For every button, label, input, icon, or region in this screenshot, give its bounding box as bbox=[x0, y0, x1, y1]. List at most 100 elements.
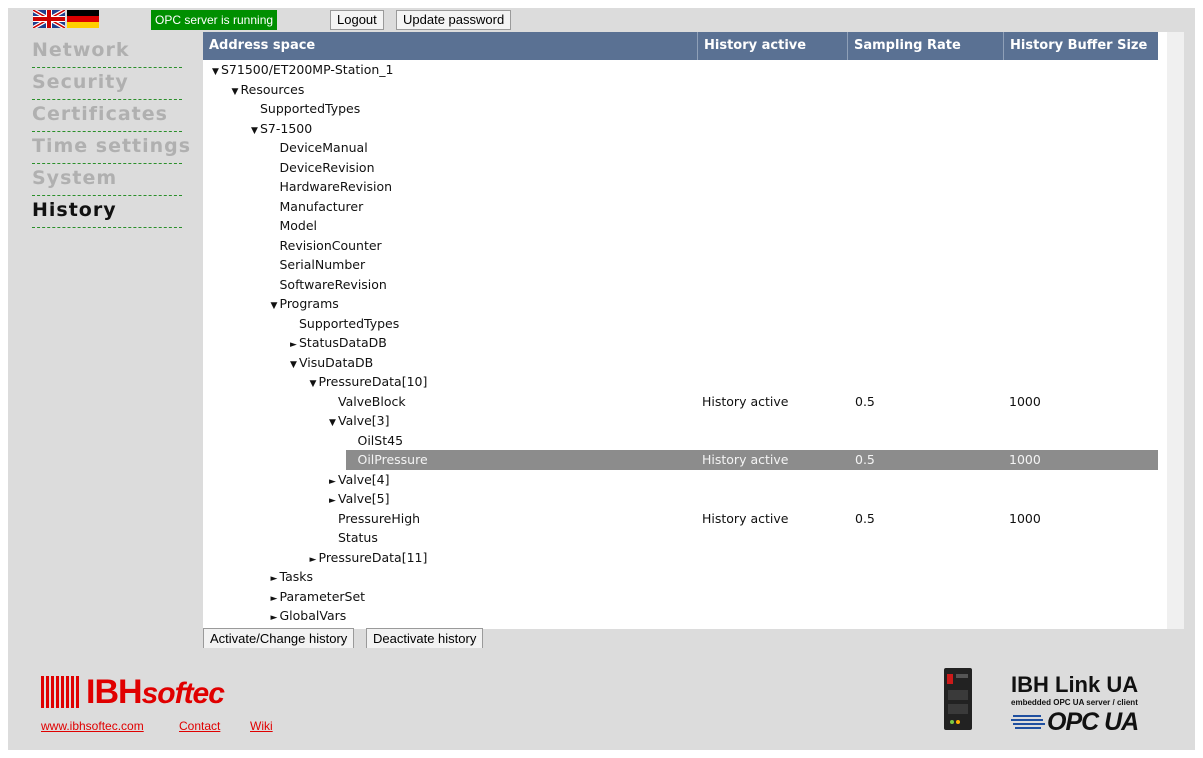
tree-row[interactable]: ▼ S71500/ET200MP-Station_1 bbox=[203, 60, 1158, 80]
tree-row[interactable]: ► Valve[5] bbox=[203, 489, 1158, 509]
tree-row[interactable]: ▼ PressureData[10] bbox=[203, 372, 1158, 392]
tree-row[interactable]: Status bbox=[203, 528, 1158, 548]
tree-row[interactable]: OilSt45 bbox=[203, 431, 1158, 451]
expand-triangle-icon[interactable]: ► bbox=[271, 609, 280, 629]
nav-item-system[interactable]: System bbox=[32, 164, 182, 196]
tree-node-label: Programs bbox=[279, 296, 339, 311]
tree-node-label: DeviceManual bbox=[279, 140, 368, 155]
tree-row[interactable]: ▼ Programs bbox=[203, 294, 1158, 314]
buffer-size-cell: 1000 bbox=[1009, 393, 1041, 409]
update-password-button[interactable]: Update password bbox=[396, 10, 512, 30]
deactivate-history-button[interactable]: Deactivate history bbox=[366, 628, 484, 650]
opc-ua-logo: OPC UA bbox=[1011, 708, 1145, 736]
tree-node-label: SupportedTypes bbox=[260, 101, 361, 116]
tree-node-label: ValveBlock bbox=[338, 393, 406, 409]
tree-node-label: SerialNumber bbox=[279, 257, 366, 272]
tree-row[interactable]: ► Tasks bbox=[203, 567, 1158, 587]
tree-node-label: Valve[5] bbox=[338, 491, 390, 506]
tree-node-label: SoftwareRevision bbox=[279, 276, 387, 292]
table-header: Address space History active Sampling Ra… bbox=[203, 32, 1158, 60]
history-active-cell: History active bbox=[702, 452, 789, 467]
tree-node-label: Model bbox=[279, 218, 318, 233]
footer: IBHsoftec www.ibhsoftec.com Contact Wiki… bbox=[8, 648, 1195, 750]
sampling-rate-cell: 0.5 bbox=[855, 510, 875, 526]
tree-node-label: OilPressure bbox=[357, 452, 428, 467]
nav-item-history[interactable]: History bbox=[32, 196, 182, 228]
logo-bars-icon bbox=[41, 676, 83, 708]
tree-node-label: Valve[4] bbox=[338, 471, 390, 487]
vertical-scrollbar[interactable] bbox=[1167, 32, 1184, 629]
tree-row[interactable]: ▼ VisuDataDB bbox=[203, 353, 1158, 373]
tree-row[interactable]: ► StatusDataDB bbox=[203, 333, 1158, 353]
tree-node-label: Status bbox=[338, 530, 378, 545]
tree-row[interactable]: ▼ Valve[3] bbox=[203, 411, 1158, 431]
tree-node-label: OilSt45 bbox=[357, 432, 404, 448]
column-header-address-space: Address space bbox=[203, 32, 698, 60]
tree-node-label: Valve[3] bbox=[338, 413, 390, 428]
tree-row[interactable]: HardwareRevision bbox=[203, 177, 1158, 197]
address-space-tree: ▼ S71500/ET200MP-Station_1 ▼ Resources Suppo… bbox=[203, 60, 1158, 626]
website-link[interactable]: www.ibhsoftec.com bbox=[41, 719, 144, 733]
tree-node-label: DeviceRevision bbox=[279, 159, 375, 175]
product-subtitle: embedded OPC UA server / client bbox=[1011, 698, 1138, 707]
history-active-cell: History active bbox=[702, 393, 789, 409]
tree-row[interactable]: ► ParameterSet bbox=[203, 587, 1158, 607]
tree-node-label: PressureHigh bbox=[338, 510, 421, 526]
tree-row-selected[interactable]: OilPressure History active 0.5 1000 bbox=[203, 450, 1158, 470]
tree-row[interactable]: RevisionCounter bbox=[203, 236, 1158, 256]
tree-node-label: SupportedTypes bbox=[299, 315, 400, 331]
tree-row[interactable]: ▼ S7-1500 bbox=[203, 119, 1158, 139]
tree-row[interactable]: ► PressureData[11] bbox=[203, 548, 1158, 568]
ibh-softec-logo: IBHsoftec bbox=[41, 672, 251, 712]
tree-row[interactable]: DeviceRevision bbox=[203, 158, 1158, 178]
wiki-link[interactable]: Wiki bbox=[250, 719, 273, 733]
sampling-rate-cell: 0.5 bbox=[855, 452, 875, 467]
tree-node-label: S7-1500 bbox=[260, 120, 313, 136]
top-bar: OPC server is running Logout Update pass… bbox=[8, 8, 1195, 32]
nav-item-time-settings[interactable]: Time settings bbox=[32, 132, 190, 164]
tree-node-label: Resources bbox=[240, 81, 305, 97]
tree-node-label: VisuDataDB bbox=[299, 354, 374, 370]
uk-flag-icon[interactable] bbox=[33, 10, 65, 28]
activate-change-history-button[interactable]: Activate/Change history bbox=[203, 628, 355, 650]
tree-row[interactable]: Model bbox=[203, 216, 1158, 236]
opc-ua-logo-text: OPC UA bbox=[1047, 708, 1139, 736]
contact-link[interactable]: Contact bbox=[179, 719, 220, 733]
tree-row[interactable]: ValveBlock History active 0.5 1000 bbox=[203, 392, 1158, 412]
tree-node-label: HardwareRevision bbox=[279, 179, 393, 194]
column-header-history-active: History active bbox=[698, 32, 848, 60]
page-frame: OPC server is running Logout Update pass… bbox=[8, 8, 1195, 750]
tree-row[interactable]: ► GlobalVars bbox=[203, 606, 1158, 626]
tree-row[interactable]: SupportedTypes bbox=[203, 314, 1158, 334]
logo-ibh-text: IBH bbox=[86, 673, 143, 711]
nav-item-security[interactable]: Security bbox=[32, 68, 182, 100]
tree-row[interactable]: DeviceManual bbox=[203, 138, 1158, 158]
logout-button[interactable]: Logout bbox=[330, 10, 384, 30]
tree-node-label: StatusDataDB bbox=[299, 335, 387, 350]
buffer-size-cell: 1000 bbox=[1009, 452, 1041, 467]
tree-row[interactable]: Manufacturer bbox=[203, 197, 1158, 217]
tree-row[interactable]: PressureHigh History active 0.5 1000 bbox=[203, 509, 1158, 529]
nav-item-certificates[interactable]: Certificates bbox=[32, 100, 182, 132]
sampling-rate-cell: 0.5 bbox=[855, 393, 875, 409]
column-header-sampling-rate: Sampling Rate bbox=[848, 32, 1004, 60]
tree-node-label: Tasks bbox=[279, 569, 314, 584]
tree-row[interactable]: SoftwareRevision bbox=[203, 275, 1158, 295]
logo-softec-text: softec bbox=[141, 677, 225, 710]
tree-node-label: S71500/ET200MP-Station_1 bbox=[221, 62, 394, 77]
tree-row[interactable]: SerialNumber bbox=[203, 255, 1158, 275]
buffer-size-cell: 1000 bbox=[1009, 510, 1041, 526]
nav-item-network[interactable]: Network bbox=[32, 36, 182, 68]
germany-flag-icon[interactable] bbox=[67, 10, 99, 28]
tree-node-label: ParameterSet bbox=[279, 588, 366, 604]
tree-node-label: GlobalVars bbox=[279, 608, 347, 623]
column-header-history-buffer-size: History Buffer Size bbox=[1010, 38, 1148, 53]
tree-node-label: PressureData[10] bbox=[318, 374, 428, 389]
tree-row[interactable]: SupportedTypes bbox=[203, 99, 1158, 119]
ibh-link-device-image bbox=[942, 666, 974, 732]
server-status-badge: OPC server is running bbox=[151, 10, 278, 30]
tree-row[interactable]: ▼ Resources bbox=[203, 80, 1158, 100]
tree-node-label: RevisionCounter bbox=[279, 237, 382, 253]
sidebar-nav: Network Security Certificates Time settings… bbox=[32, 36, 190, 228]
tree-row[interactable]: ► Valve[4] bbox=[203, 470, 1158, 490]
